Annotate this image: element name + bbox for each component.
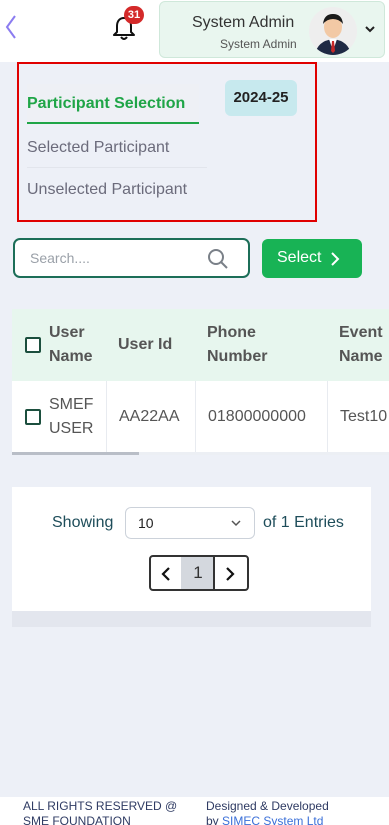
- back-chevron-icon[interactable]: [4, 12, 20, 42]
- tab-unselected-participant[interactable]: Unselected Participant: [27, 170, 207, 210]
- notification-badge: 31: [124, 6, 144, 24]
- table-row[interactable]: SMEF USER AA22AA 01800000000 Test10: [12, 381, 389, 453]
- column-header-user-name: User Name: [49, 324, 93, 365]
- chevron-right-icon: [226, 567, 235, 581]
- showing-label: Showing: [52, 514, 114, 531]
- copyright-text: ALL RIGHTS RESERVED @ SME FOUNDATION: [23, 799, 178, 825]
- cell-event: Test10: [340, 408, 388, 425]
- developer-link[interactable]: SIMEC System Ltd: [222, 814, 323, 825]
- table-header: User Name User Id Phone Number Event Name: [12, 309, 389, 381]
- select-button-label: Select: [277, 249, 322, 266]
- scrollbar-thumb[interactable]: [12, 452, 139, 455]
- participants-table: User Name User Id Phone Number Event Name S…: [12, 309, 389, 455]
- top-bar: 31 System Admin System Admin: [0, 0, 389, 62]
- avatar: [309, 7, 357, 55]
- year-badge: 2024-25: [225, 80, 297, 116]
- page-footer: ALL RIGHTS RESERVED @ SME FOUNDATION Desi…: [0, 797, 389, 825]
- per-page-select[interactable]: 10: [125, 507, 255, 539]
- main-content: Participant Selection Selected Participa…: [0, 62, 389, 797]
- cell-user-id: AA22AA: [119, 408, 180, 425]
- search-icon[interactable]: [207, 248, 229, 270]
- tab-participant-selection[interactable]: Participant Selection: [27, 84, 199, 124]
- cell-user-name: SMEF USER: [49, 396, 94, 437]
- search-input[interactable]: Search....: [30, 250, 90, 266]
- user-name: System Admin: [192, 14, 295, 31]
- page-1-button[interactable]: 1: [181, 555, 215, 591]
- column-header-event-name: Event Name: [339, 324, 383, 365]
- column-header-phone-number: Phone Number: [207, 324, 268, 365]
- search-field[interactable]: Search....: [13, 238, 250, 278]
- column-divider: [327, 381, 328, 453]
- chevron-down-icon: [365, 26, 375, 33]
- column-header-user-id: User Id: [118, 336, 173, 353]
- entries-label: of 1 Entries: [263, 514, 344, 531]
- row-checkbox[interactable]: [25, 409, 41, 425]
- card-footer-strip: [12, 611, 371, 627]
- column-divider: [106, 381, 107, 453]
- previous-page-button[interactable]: [149, 555, 183, 591]
- tab-selected-participant[interactable]: Selected Participant: [27, 128, 207, 168]
- user-menu[interactable]: System Admin System Admin: [159, 1, 385, 58]
- user-role: System Admin: [220, 37, 297, 51]
- developer-credit: Designed & Developed by SIMEC System Ltd: [206, 799, 356, 825]
- select-all-checkbox[interactable]: [25, 337, 41, 353]
- chevron-down-icon: [231, 520, 241, 527]
- per-page-value: 10: [138, 515, 154, 531]
- cell-phone: 01800000000: [208, 408, 306, 425]
- participant-tabs: Participant Selection Selected Participa…: [17, 62, 317, 222]
- select-button[interactable]: Select: [262, 239, 362, 278]
- column-divider: [195, 381, 196, 453]
- pagination-card: Showing 10 of 1 Entries 1: [12, 487, 371, 611]
- next-page-button[interactable]: [213, 555, 249, 591]
- chevron-left-icon: [161, 567, 170, 581]
- chevron-right-icon: [331, 252, 340, 266]
